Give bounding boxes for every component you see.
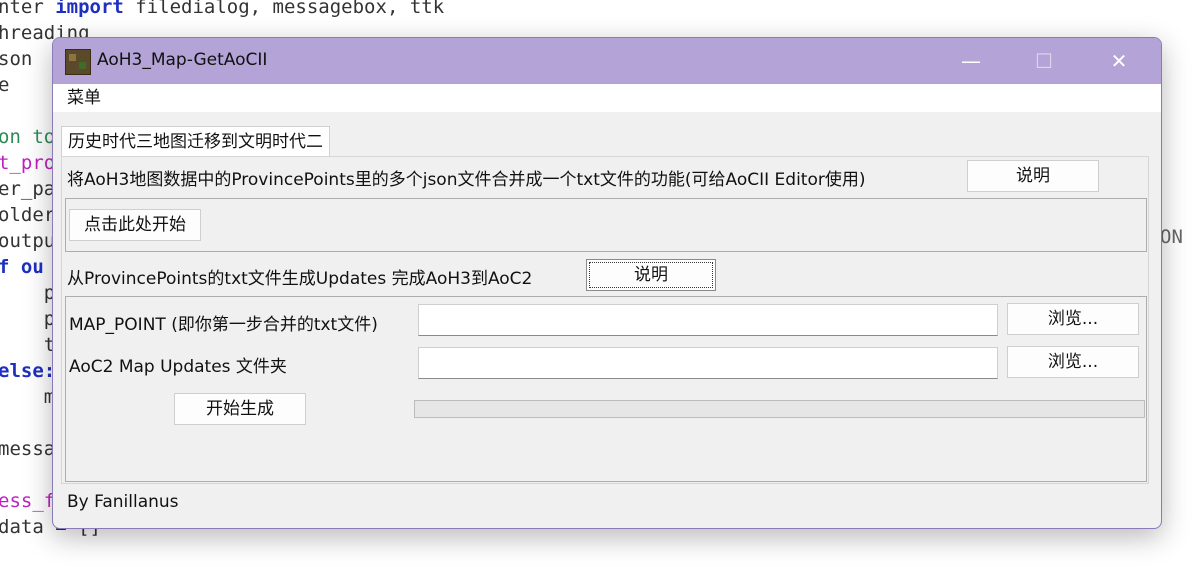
map-point-label: MAP_POINT (即你第一步合并的txt文件) <box>69 315 378 335</box>
tab-migration[interactable]: 历史时代三地图迁移到文明时代二 <box>61 126 330 157</box>
author-label: By Fanillanus <box>67 492 179 512</box>
app-icon <box>65 49 91 75</box>
progress-bar <box>414 400 1145 418</box>
section2-description: 从ProvincePoints的txt文件生成Updates 完成AoH3到Ao… <box>67 269 533 289</box>
browse-updates-button[interactable]: 浏览... <box>1007 346 1139 378</box>
help-button-1[interactable]: 说明 <box>967 160 1099 192</box>
title-bar[interactable]: AoH3_Map-GetAoCII — ☐ ✕ <box>53 38 1161 84</box>
menu-item[interactable]: 菜单 <box>67 88 101 108</box>
app-window: AoH3_Map-GetAoCII — ☐ ✕ 菜单 历史时代三地图迁移到文明时… <box>52 37 1162 529</box>
maximize-button[interactable]: ☐ <box>1012 38 1076 84</box>
close-button[interactable]: ✕ <box>1087 38 1151 84</box>
window-title: AoH3_Map-GetAoCII <box>97 50 268 70</box>
help-button-2[interactable]: 说明 <box>586 259 716 291</box>
generate-button[interactable]: 开始生成 <box>174 393 306 425</box>
code-line: nter import filedialog, messagebox, ttk <box>0 0 445 18</box>
map-point-input[interactable] <box>418 304 998 336</box>
minimize-button[interactable]: — <box>939 38 1003 84</box>
section1-frame <box>65 198 1147 252</box>
section1-description: 将AoH3地图数据中的ProvincePoints里的多个json文件合并成一个… <box>67 170 866 190</box>
menu-bar: 菜单 <box>53 84 1161 112</box>
updates-folder-label: AoC2 Map Updates 文件夹 <box>69 357 287 377</box>
browse-map-point-button[interactable]: 浏览... <box>1007 303 1139 335</box>
updates-folder-input[interactable] <box>418 347 998 379</box>
background-code-fragment: ON <box>1160 226 1183 248</box>
start-merge-button[interactable]: 点击此处开始 <box>69 209 201 241</box>
